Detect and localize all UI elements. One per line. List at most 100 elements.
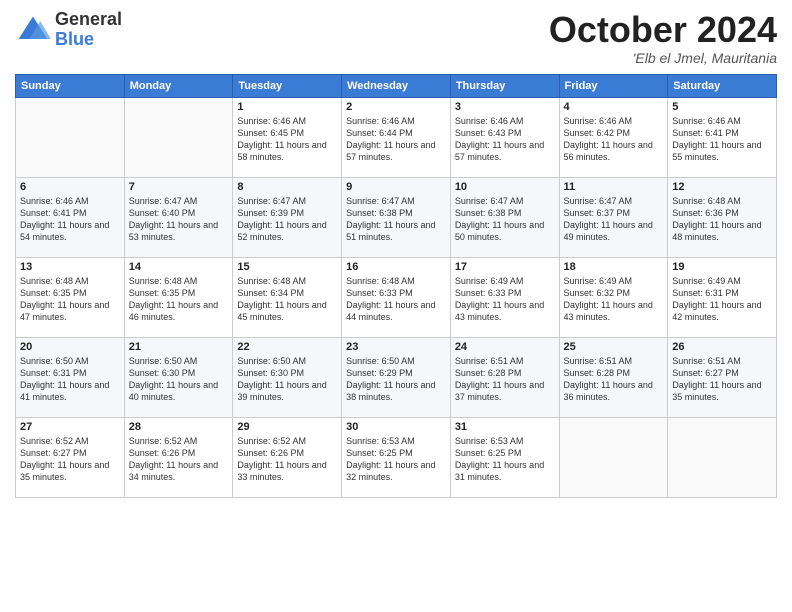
calendar-cell: 29Sunrise: 6:52 AM Sunset: 6:26 PM Dayli… (233, 417, 342, 497)
calendar-cell (124, 97, 233, 177)
day-number: 7 (129, 181, 229, 193)
calendar-cell: 3 Sunrise: 6:46 AM Sunset: 6:43 PM Daylig… (450, 97, 559, 177)
day-info: Sunrise: 6:48 AM Sunset: 6:33 PM Dayligh… (346, 275, 446, 324)
day-number: 12 (672, 181, 772, 193)
col-header-sunday: Sunday (16, 74, 125, 97)
day-info: Sunrise: 6:51 AM Sunset: 6:28 PM Dayligh… (564, 355, 664, 404)
calendar-cell: 21 Sunrise: 6:50 AM Sunset: 6:30 PM Dayli… (124, 337, 233, 417)
day-info: Sunrise: 6:53 AM Sunset: 6:25 PM Dayligh… (346, 435, 446, 484)
day-number: 25 (564, 341, 664, 353)
day-info: Sunrise: 6:46 AM Sunset: 6:41 PM Dayligh… (20, 195, 120, 244)
calendar-cell: 22 Sunrise: 6:50 AM Sunset: 6:30 PM Dayli… (233, 337, 342, 417)
day-number: 27 (20, 421, 120, 433)
day-info: Sunrise: 6:46 AM Sunset: 6:43 PM Dayligh… (455, 115, 555, 164)
day-number: 18 (564, 261, 664, 273)
day-number: 22 (237, 341, 337, 353)
day-info: Sunrise: 6:46 AM Sunset: 6:41 PM Dayligh… (672, 115, 772, 164)
day-number: 4 (564, 101, 664, 113)
calendar-cell: 19 Sunrise: 6:49 AM Sunset: 6:31 PM Dayli… (668, 257, 777, 337)
day-info: Sunrise: 6:46 AM Sunset: 6:42 PM Dayligh… (564, 115, 664, 164)
calendar-cell: 13Sunrise: 6:48 AM Sunset: 6:35 PM Dayli… (16, 257, 125, 337)
calendar-cell: 12 Sunrise: 6:48 AM Sunset: 6:36 PM Dayli… (668, 177, 777, 257)
day-number: 6 (20, 181, 120, 193)
day-number: 8 (237, 181, 337, 193)
day-number: 9 (346, 181, 446, 193)
month-title: October 2024 (549, 10, 777, 50)
location: 'Elb el Jmel, Mauritania (549, 50, 777, 66)
day-number: 2 (346, 101, 446, 113)
calendar-cell: 31 Sunrise: 6:53 AM Sunset: 6:25 PM Dayli… (450, 417, 559, 497)
calendar-cell: 27 Sunrise: 6:52 AM Sunset: 6:27 PM Dayli… (16, 417, 125, 497)
day-info: Sunrise: 6:47 AM Sunset: 6:40 PM Dayligh… (129, 195, 229, 244)
day-number: 11 (564, 181, 664, 193)
day-info: Sunrise: 6:49 AM Sunset: 6:32 PM Dayligh… (564, 275, 664, 324)
day-number: 21 (129, 341, 229, 353)
day-info: Sunrise: 6:47 AM Sunset: 6:39 PM Dayligh… (237, 195, 337, 244)
day-info: Sunrise: 6:46 AM Sunset: 6:45 PM Dayligh… (237, 115, 337, 164)
calendar-cell: 30 Sunrise: 6:53 AM Sunset: 6:25 PM Dayli… (342, 417, 451, 497)
calendar-cell: 7 Sunrise: 6:47 AM Sunset: 6:40 PM Daylig… (124, 177, 233, 257)
calendar-cell (668, 417, 777, 497)
calendar-cell: 28Sunrise: 6:52 AM Sunset: 6:26 PM Dayli… (124, 417, 233, 497)
day-info: Sunrise: 6:47 AM Sunset: 6:38 PM Dayligh… (455, 195, 555, 244)
day-info: Sunrise: 6:50 AM Sunset: 6:29 PM Dayligh… (346, 355, 446, 404)
calendar-cell: 23 Sunrise: 6:50 AM Sunset: 6:29 PM Dayli… (342, 337, 451, 417)
calendar-cell (16, 97, 125, 177)
day-number: 1 (237, 101, 337, 113)
calendar-cell: 17 Sunrise: 6:49 AM Sunset: 6:33 PM Dayli… (450, 257, 559, 337)
calendar-header-row: SundayMondayTuesdayWednesdayThursdayFrid… (16, 74, 777, 97)
day-info: Sunrise: 6:52 AM Sunset: 6:27 PM Dayligh… (20, 435, 120, 484)
day-number: 3 (455, 101, 555, 113)
day-number: 24 (455, 341, 555, 353)
day-info: Sunrise: 6:46 AM Sunset: 6:44 PM Dayligh… (346, 115, 446, 164)
day-info: Sunrise: 6:52 AM Sunset: 6:26 PM Dayligh… (129, 435, 229, 484)
calendar-cell: 25 Sunrise: 6:51 AM Sunset: 6:28 PM Dayli… (559, 337, 668, 417)
logo-blue: Blue (55, 29, 94, 49)
day-number: 20 (20, 341, 120, 353)
day-number: 14 (129, 261, 229, 273)
day-info: Sunrise: 6:47 AM Sunset: 6:38 PM Dayligh… (346, 195, 446, 244)
day-number: 15 (237, 261, 337, 273)
calendar-cell: 10Sunrise: 6:47 AM Sunset: 6:38 PM Dayli… (450, 177, 559, 257)
day-info: Sunrise: 6:50 AM Sunset: 6:30 PM Dayligh… (237, 355, 337, 404)
day-info: Sunrise: 6:49 AM Sunset: 6:31 PM Dayligh… (672, 275, 772, 324)
calendar-cell: 24 Sunrise: 6:51 AM Sunset: 6:28 PM Dayli… (450, 337, 559, 417)
calendar-cell: 4 Sunrise: 6:46 AM Sunset: 6:42 PM Daylig… (559, 97, 668, 177)
day-number: 31 (455, 421, 555, 433)
calendar-week-1: 1 Sunrise: 6:46 AM Sunset: 6:45 PM Daylig… (16, 97, 777, 177)
day-number: 5 (672, 101, 772, 113)
calendar-cell: 16Sunrise: 6:48 AM Sunset: 6:33 PM Dayli… (342, 257, 451, 337)
day-info: Sunrise: 6:51 AM Sunset: 6:27 PM Dayligh… (672, 355, 772, 404)
day-number: 13 (20, 261, 120, 273)
col-header-monday: Monday (124, 74, 233, 97)
day-info: Sunrise: 6:51 AM Sunset: 6:28 PM Dayligh… (455, 355, 555, 404)
day-info: Sunrise: 6:48 AM Sunset: 6:36 PM Dayligh… (672, 195, 772, 244)
calendar-cell: 5 Sunrise: 6:46 AM Sunset: 6:41 PM Daylig… (668, 97, 777, 177)
logo-general: General (55, 9, 122, 29)
day-info: Sunrise: 6:48 AM Sunset: 6:35 PM Dayligh… (129, 275, 229, 324)
day-number: 26 (672, 341, 772, 353)
calendar-week-4: 20 Sunrise: 6:50 AM Sunset: 6:31 PM Dayli… (16, 337, 777, 417)
logo-icon (15, 12, 51, 48)
page: General Blue October 2024 'Elb el Jmel, … (0, 0, 792, 612)
day-info: Sunrise: 6:49 AM Sunset: 6:33 PM Dayligh… (455, 275, 555, 324)
day-number: 30 (346, 421, 446, 433)
col-header-thursday: Thursday (450, 74, 559, 97)
calendar-cell: 20 Sunrise: 6:50 AM Sunset: 6:31 PM Dayli… (16, 337, 125, 417)
calendar-cell: 2 Sunrise: 6:46 AM Sunset: 6:44 PM Daylig… (342, 97, 451, 177)
day-info: Sunrise: 6:53 AM Sunset: 6:25 PM Dayligh… (455, 435, 555, 484)
logo: General Blue (15, 10, 122, 50)
col-header-tuesday: Tuesday (233, 74, 342, 97)
calendar-cell: 6 Sunrise: 6:46 AM Sunset: 6:41 PM Daylig… (16, 177, 125, 257)
day-number: 19 (672, 261, 772, 273)
day-info: Sunrise: 6:50 AM Sunset: 6:30 PM Dayligh… (129, 355, 229, 404)
day-info: Sunrise: 6:50 AM Sunset: 6:31 PM Dayligh… (20, 355, 120, 404)
day-info: Sunrise: 6:48 AM Sunset: 6:34 PM Dayligh… (237, 275, 337, 324)
day-number: 17 (455, 261, 555, 273)
title-block: October 2024 'Elb el Jmel, Mauritania (549, 10, 777, 66)
day-number: 23 (346, 341, 446, 353)
header: General Blue October 2024 'Elb el Jmel, … (15, 10, 777, 66)
calendar-week-2: 6 Sunrise: 6:46 AM Sunset: 6:41 PM Daylig… (16, 177, 777, 257)
calendar-week-3: 13 Sunrise: 6:48 AM Sunset: 6:35 PM Dayli… (16, 257, 777, 337)
calendar-cell: 18 Sunrise: 6:49 AM Sunset: 6:32 PM Dayli… (559, 257, 668, 337)
